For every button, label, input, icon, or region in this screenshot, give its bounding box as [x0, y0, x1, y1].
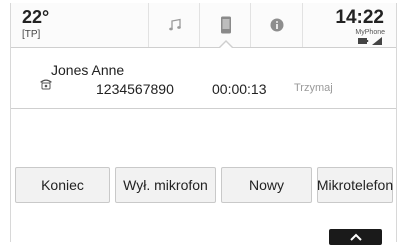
caller-name: Jones Anne	[51, 62, 125, 78]
carrier-name: MyPhone	[355, 29, 385, 36]
tab-audio[interactable]	[148, 3, 200, 47]
status-bar: 22° [TP] 14:22 MyPhone	[11, 3, 396, 49]
signal-battery-icon	[358, 37, 382, 45]
temperature: 22°	[22, 7, 50, 27]
caller-number: 1234567890	[96, 81, 174, 97]
scroll-up-button[interactable]	[329, 229, 382, 245]
phone-icon	[220, 16, 231, 34]
new-call-button[interactable]: Nowy	[221, 167, 312, 203]
call-actions: Koniec Wył. mikrofon Nowy Mikrotelefon	[11, 167, 396, 203]
clock: 14:22	[335, 7, 384, 28]
music-note-icon	[168, 18, 181, 31]
info-icon	[270, 18, 283, 32]
chevron-up-icon	[349, 233, 362, 241]
active-call: Jones Anne 1234567890 00:00:13 Trzymaj	[11, 48, 396, 109]
call-duration: 00:00:13	[212, 81, 267, 97]
tab-phone[interactable]	[199, 3, 251, 49]
mute-microphone-button[interactable]: Wył. mikrofon	[115, 167, 216, 203]
hold-button[interactable]: Trzymaj	[294, 82, 333, 94]
traffic-program-flag: [TP]	[22, 29, 41, 40]
tab-info[interactable]	[250, 3, 303, 47]
handset-button[interactable]: Mikrotelefon	[317, 167, 393, 203]
app-tabs	[148, 3, 303, 49]
infotainment-screen: 22° [TP] 14:22 MyPhone Jones Anne 123456…	[10, 3, 397, 245]
end-call-button[interactable]: Koniec	[15, 167, 110, 203]
landline-phone-icon	[40, 79, 52, 90]
